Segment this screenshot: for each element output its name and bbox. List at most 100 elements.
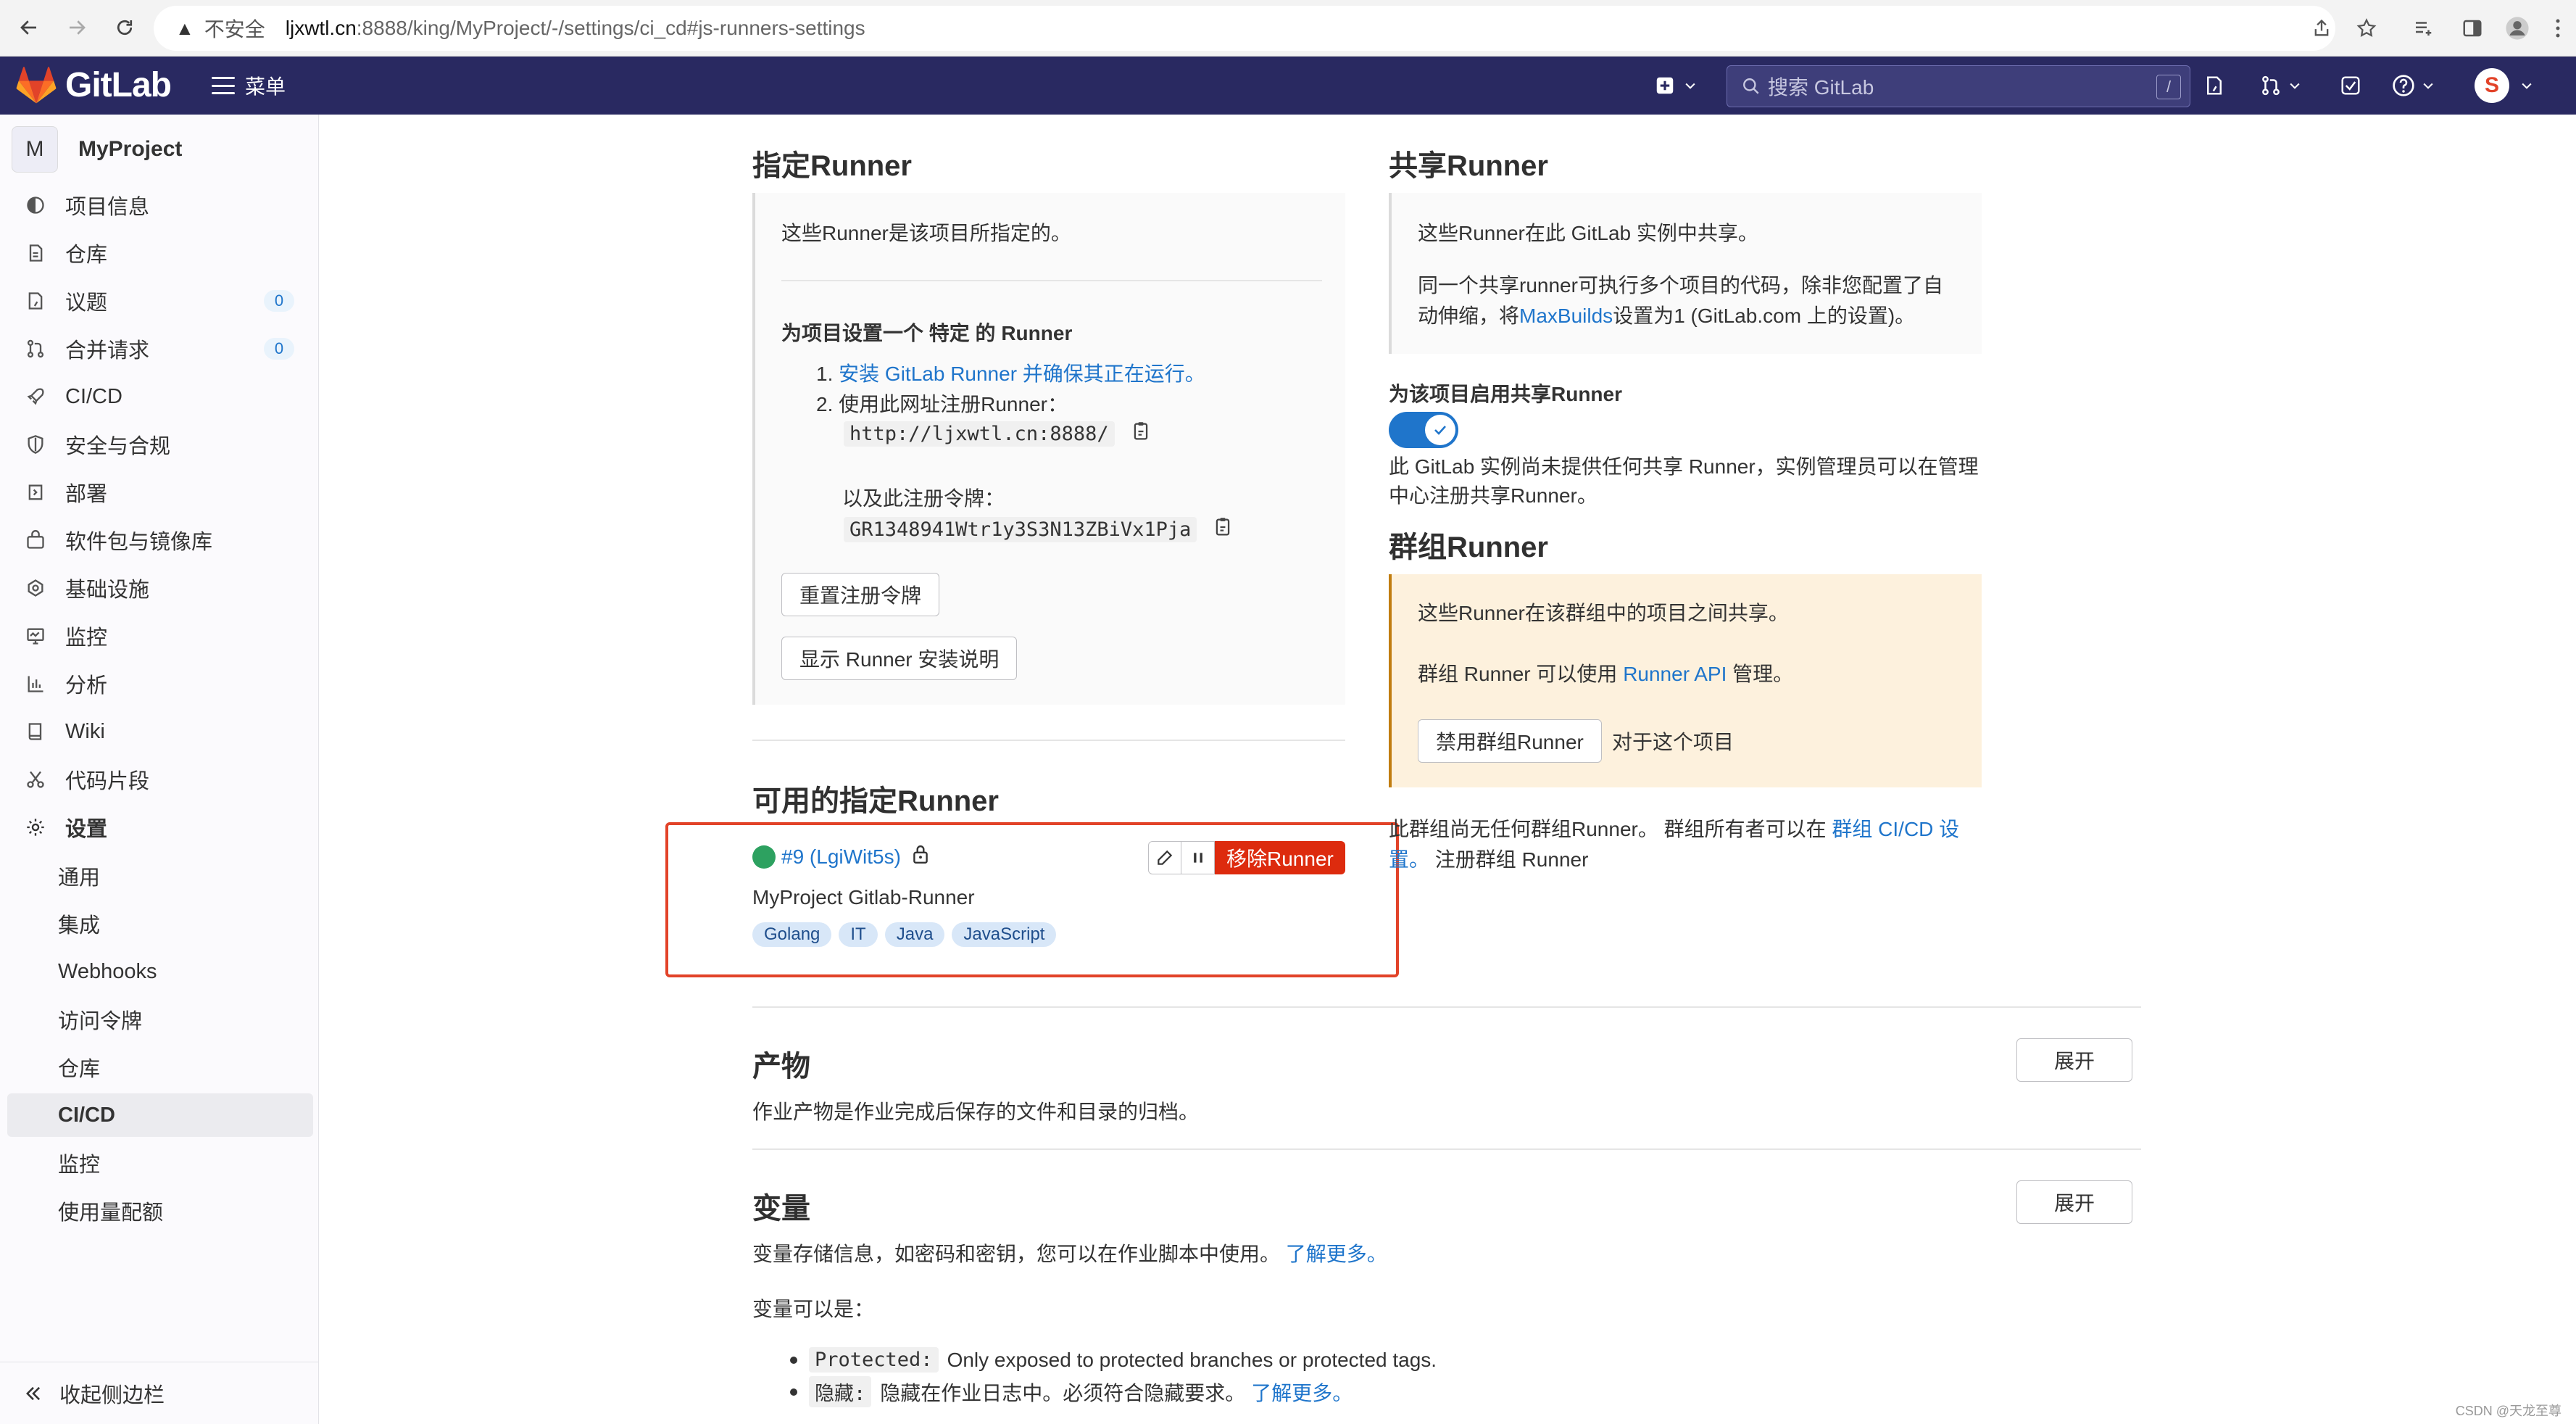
search-icon [1743, 78, 1759, 94]
install-runner-link[interactable]: 安装 GitLab Runner 并确保其正在运行。 [839, 363, 1205, 385]
shared-line-2b-pre: 动伸缩，将 [1418, 305, 1520, 327]
artifacts-expand-button[interactable]: 展开 [2016, 1038, 2132, 1082]
sidebar-subitem-access-tokens[interactable]: 访问令牌 [7, 998, 313, 1041]
reading-list-icon[interactable] [2409, 15, 2437, 42]
sidebar-subitem-general[interactable]: 通用 [7, 854, 313, 898]
shared-line-2b-post: 设置为1 (GitLab.com 上的设置)。 [1613, 305, 1916, 327]
disable-group-runners-button[interactable]: 禁用群组Runner [1418, 719, 1602, 763]
back-icon[interactable] [14, 13, 43, 42]
sidebar-item-merge-requests[interactable]: 合并请求 0 [7, 328, 313, 370]
variables-title: 变量 [752, 1193, 810, 1225]
side-panel-icon[interactable] [2459, 15, 2486, 42]
merge-request-icon [23, 336, 48, 361]
variables-bullet-protected: Protected: Only exposed to protected bra… [790, 1347, 1437, 1373]
sidebar-item-project-info[interactable]: 项目信息 [7, 184, 313, 226]
search-input[interactable]: 搜索 GitLab / [1727, 65, 2190, 107]
issues-icon[interactable] [2203, 71, 2225, 100]
sidebar-item-repository[interactable]: 仓库 [7, 232, 313, 274]
sidebar-item-label: 仓库 [65, 244, 108, 267]
gitlab-logo[interactable]: GitLab [16, 65, 172, 105]
sidebar-item-label: 议题 [65, 291, 108, 315]
sidebar-item-infrastructure[interactable]: 基础设施 [7, 567, 313, 609]
reload-icon[interactable] [110, 13, 139, 42]
sidebar-item-security[interactable]: 安全与合规 [7, 423, 313, 465]
todo-icon[interactable] [2340, 71, 2361, 100]
reset-token-button[interactable]: 重置注册令牌 [781, 573, 940, 616]
group-cicd-settings-link[interactable]: 群组 CI/CD 设 [1832, 818, 1959, 840]
sidebar-subitem-integrations[interactable]: 集成 [7, 902, 313, 945]
disable-suffix: 对于这个项目 [1612, 731, 1734, 753]
address-bar[interactable]: ▲ 不安全 ljxwtl.cn:8888/king/MyProject/-/se… [154, 6, 2335, 51]
copy-url-icon[interactable] [1131, 421, 1151, 447]
group-note-line-2: 置。 注册群组 Runner [1389, 844, 1588, 873]
sidebar-item-analytics[interactable]: 分析 [7, 663, 313, 705]
menu-button[interactable]: 菜单 [212, 71, 286, 100]
project-header[interactable]: M MyProject [12, 126, 182, 173]
panel-divider [781, 280, 1322, 281]
show-install-button[interactable]: 显示 Runner 安装说明 [781, 637, 1018, 680]
remove-runner-button[interactable]: 移除Runner [1215, 841, 1345, 874]
group-note-post: 注册群组 Runner [1434, 848, 1589, 871]
runner-api-link[interactable]: Runner API [1623, 663, 1727, 685]
pause-runner-button[interactable] [1181, 841, 1215, 874]
sidebar-subitem-repository[interactable]: 仓库 [7, 1046, 313, 1089]
deployments-icon [23, 480, 48, 505]
search-placeholder: 搜索 GitLab [1768, 76, 1874, 99]
sidebar-item-issues[interactable]: 议题 0 [7, 280, 313, 322]
sidebar-subitem-ci-cd[interactable]: CI/CD [7, 1093, 313, 1137]
forward-icon[interactable] [62, 13, 91, 42]
runner-id-link[interactable]: #9 (LgiWit5s) [781, 845, 901, 869]
pause-icon [1193, 853, 1202, 863]
chevron-down-icon[interactable] [2519, 71, 2534, 100]
collapse-sidebar-button[interactable]: 收起侧边栏 [0, 1362, 319, 1424]
shared-note-b: 中心注册共享Runner。 [1389, 484, 1597, 507]
sidebar-subitem-webhooks[interactable]: Webhooks [7, 950, 313, 993]
shared-note-a: 此 GitLab 实例尚未提供任何共享 Runner，实例管理员可以在管理 [1389, 455, 1979, 478]
bookmark-star-icon[interactable] [2353, 15, 2380, 42]
user-avatar[interactable]: S [2475, 68, 2509, 103]
help-icon[interactable] [2392, 71, 2435, 100]
shared-runners-title: 共享Runner [1389, 150, 1548, 182]
menu-label: 菜单 [245, 75, 286, 98]
share-icon[interactable] [2308, 15, 2335, 42]
specific-intro: 这些Runner是该项目所指定的。 [781, 222, 1071, 244]
token-row: GR1348941Wtr1y3S3N13ZBiVx1Pja [844, 516, 1233, 543]
new-item-icon[interactable] [1654, 71, 1698, 100]
sidebar-item-packages[interactable]: 软件包与镜像库 [7, 519, 313, 561]
warning-icon: ▲ [175, 17, 194, 39]
masked-learn-more-link[interactable]: 了解更多。 [1251, 1378, 1353, 1407]
runner-status-dot [752, 845, 776, 869]
group-cicd-settings-link-end[interactable]: 置。 [1389, 848, 1429, 871]
shared-line-1: 这些Runner在此 GitLab 实例中共享。 [1418, 222, 1758, 244]
variables-learn-more-link[interactable]: 了解更多。 [1286, 1243, 1387, 1265]
sidebar-item-label: 项目信息 [65, 196, 150, 219]
step-2: 2. 使用此网址注册Runner： [816, 389, 1068, 418]
sidebar-item-monitor[interactable]: 监控 [7, 615, 313, 657]
profile-icon[interactable] [2504, 15, 2531, 42]
sidebar-item-snippets[interactable]: 代码片段 [7, 758, 313, 800]
merge-requests-icon[interactable] [2260, 71, 2302, 100]
sidebar-item-wiki[interactable]: Wiki [7, 711, 313, 753]
runner-header: #9 (LgiWit5s) [752, 844, 930, 869]
sidebar-subitem-monitor[interactable]: 监控 [7, 1141, 313, 1185]
variables-expand-button[interactable]: 展开 [2016, 1180, 2132, 1224]
edit-runner-button[interactable] [1148, 841, 1181, 874]
url-host: ljxwtl.cn [285, 17, 357, 39]
enable-shared-toggle[interactable] [1389, 412, 1458, 448]
variables-bullet-masked: 隐藏: 隐藏在作业日志中。必须符合隐藏要求。 了解更多。 [790, 1376, 1353, 1407]
sidebar-item-deployments[interactable]: 部署 [7, 471, 313, 513]
sidebar-item-label: 安全与合规 [65, 435, 171, 458]
sidebar-item-ci-cd[interactable]: CI/CD [7, 376, 313, 418]
protected-text: Only exposed to protected branches or pr… [947, 1348, 1437, 1371]
maxbuilds-link[interactable]: MaxBuilds [1519, 305, 1613, 327]
group-note-line-1: 此群组尚无任何群组Runner。 群组所有者可以在 群组 CI/CD 设 [1389, 814, 1959, 843]
project-sidebar: M MyProject 项目信息 仓库 议题 0 合并请求 0 CI/CD 安全… [0, 115, 319, 1424]
variables-desc-text: 变量存储信息，如密码和密钥，您可以在作业脚本中使用。 [752, 1243, 1281, 1265]
register-url: http://ljxwtl.cn:8888/ [844, 421, 1115, 447]
browser-toolbar: ▲ 不安全 ljxwtl.cn:8888/king/MyProject/-/se… [0, 0, 2576, 57]
sidebar-item-settings[interactable]: 设置 [7, 806, 313, 848]
copy-token-icon[interactable] [1213, 516, 1233, 543]
sidebar-subitem-usage-quotas[interactable]: 使用量配额 [7, 1189, 313, 1233]
browser-menu-icon[interactable] [2544, 15, 2572, 42]
hamburger-icon [212, 77, 235, 94]
